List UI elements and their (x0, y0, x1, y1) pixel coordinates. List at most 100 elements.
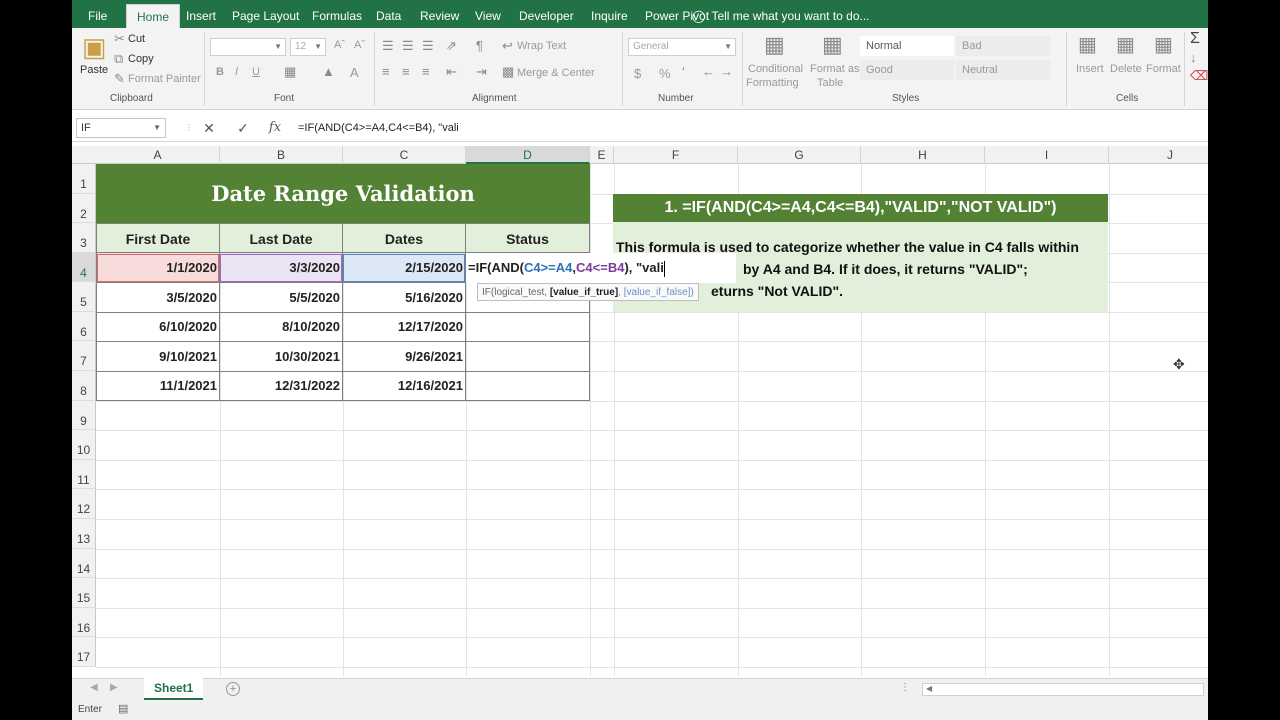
paste-button[interactable]: Paste (80, 64, 108, 76)
row-header-3[interactable]: 3 (72, 223, 96, 253)
insert-cells-button[interactable]: Insert (1076, 63, 1104, 75)
row-header-5[interactable]: 5 (72, 282, 96, 312)
cell-d6[interactable] (465, 312, 590, 343)
format-as-table-icon[interactable]: ▦ (822, 32, 843, 58)
autosum-icon[interactable]: Σ (1190, 30, 1200, 48)
number-format-dropdown[interactable]: General ▼ (628, 38, 736, 56)
enter-button[interactable]: ✓ (232, 118, 254, 138)
cell-b5[interactable]: 5/5/2020 (219, 282, 343, 313)
header-first-date[interactable]: First Date (96, 223, 220, 253)
format-as-table-label-2[interactable]: Table (817, 77, 843, 89)
delete-cells-button[interactable]: Delete (1110, 63, 1142, 75)
cell-b7[interactable]: 10/30/2021 (219, 341, 343, 372)
column-header-d[interactable]: D (466, 146, 590, 164)
font-name-dropdown[interactable]: ▼ (210, 38, 286, 56)
row-header-17[interactable]: 17 (72, 637, 96, 667)
orientation-icon[interactable]: ⇗ (446, 38, 457, 54)
decrease-decimal-icon[interactable]: → (720, 64, 733, 79)
formula-input[interactable]: =IF(AND(C4>=A4,C4<=B4), "vali (298, 118, 1198, 138)
sheet-tab-sheet1[interactable]: Sheet1 (144, 678, 204, 700)
increase-indent-icon[interactable]: ⇥ (476, 64, 487, 80)
tab-page-layout[interactable]: Page Layout (232, 0, 299, 28)
tab-file[interactable]: File (88, 0, 107, 28)
cell-d7[interactable] (465, 341, 590, 372)
clear-icon[interactable]: ⌫ (1190, 68, 1208, 84)
decrease-indent-icon[interactable]: ⇤ (446, 64, 457, 80)
row-header-4[interactable]: 4 (72, 252, 96, 283)
column-header-h[interactable]: H (861, 146, 985, 164)
tell-me-search[interactable]: ◯ Tell me what you want to do... (692, 0, 870, 28)
cell-d8[interactable] (465, 371, 590, 402)
cell-c5[interactable]: 5/16/2020 (342, 282, 466, 313)
add-sheet-icon[interactable]: + (226, 682, 240, 696)
format-painter-button[interactable]: Format Painter (128, 73, 201, 85)
editing-cell-d4[interactable]: =IF(AND(C4>=A4,C4<=B4), "vali (466, 253, 736, 283)
column-header-e[interactable]: E (590, 146, 614, 164)
underline-button[interactable]: U (252, 66, 260, 78)
row-header-8[interactable]: 8 (72, 371, 96, 401)
shrink-font-icon[interactable]: Aˇ (354, 39, 365, 51)
insert-cells-icon[interactable]: ▦ (1078, 32, 1097, 57)
cut-icon[interactable]: ✂ (114, 31, 125, 47)
cell-a6[interactable]: 6/10/2020 (96, 312, 220, 343)
row-header-16[interactable]: 16 (72, 607, 96, 638)
column-header-b[interactable]: B (220, 146, 343, 164)
bold-button[interactable]: B (216, 66, 224, 78)
tab-view[interactable]: View (475, 0, 501, 28)
cell-a8[interactable]: 11/1/2021 (96, 371, 220, 402)
format-cells-button[interactable]: Format (1146, 63, 1181, 75)
italic-button[interactable]: I (235, 66, 238, 78)
cell-c4[interactable]: 2/15/2020 (342, 253, 466, 283)
align-left-icon[interactable]: ≡ (382, 64, 390, 79)
increase-decimal-icon[interactable]: ← (702, 64, 715, 79)
percent-button[interactable]: % (659, 66, 671, 81)
format-cells-icon[interactable]: ▦ (1154, 32, 1173, 57)
grow-font-icon[interactable]: Aˆ (334, 39, 345, 51)
column-header-i[interactable]: I (985, 146, 1109, 164)
column-header-c[interactable]: C (343, 146, 466, 164)
conditional-formatting-label-1[interactable]: Conditional (748, 63, 803, 75)
column-header-g[interactable]: G (738, 146, 861, 164)
cell-b8[interactable]: 12/31/2022 (219, 371, 343, 402)
cell-c7[interactable]: 9/26/2021 (342, 341, 466, 372)
row-header-2[interactable]: 2 (72, 193, 96, 223)
merge-center-button[interactable]: Merge & Center (517, 67, 595, 79)
tab-inquire[interactable]: Inquire (591, 0, 628, 28)
copy-icon[interactable]: ⧉ (114, 51, 123, 67)
style-good[interactable]: Good (860, 60, 954, 80)
row-header-6[interactable]: 6 (72, 311, 96, 342)
cell-c6[interactable]: 12/17/2020 (342, 312, 466, 343)
tab-formulas[interactable]: Formulas (312, 0, 362, 28)
header-dates[interactable]: Dates (342, 223, 466, 253)
comma-style-icon[interactable]: ‘ (682, 64, 685, 79)
cut-button[interactable]: Cut (128, 33, 145, 45)
note-header[interactable]: 1. =IF(AND(C4>=A4,C4<=B4),"VALID","NOT V… (613, 194, 1108, 222)
wrap-text-icon[interactable]: ↩ (502, 38, 513, 54)
tab-insert[interactable]: Insert (186, 0, 216, 28)
align-bottom-icon[interactable]: ☰ (422, 38, 434, 54)
column-header-j[interactable]: J (1109, 146, 1208, 164)
tab-developer[interactable]: Developer (519, 0, 574, 28)
copy-button[interactable]: Copy (128, 53, 154, 65)
cell-a4[interactable]: 1/1/2020 (96, 253, 220, 283)
scroll-left-icon[interactable]: ◀ (926, 684, 932, 693)
font-size-dropdown[interactable]: 12 ▼ (290, 38, 326, 56)
fill-icon[interactable]: ↓ (1190, 50, 1197, 65)
row-header-14[interactable]: 14 (72, 548, 96, 579)
name-box[interactable]: IF ▼ (76, 118, 166, 138)
tab-scroll-grip-icon[interactable]: ⋮ (900, 682, 910, 693)
insert-function-button[interactable]: fx (264, 118, 286, 138)
cell-a5[interactable]: 3/5/2020 (96, 282, 220, 313)
align-top-icon[interactable]: ☰ (382, 38, 394, 54)
column-header-f[interactable]: F (614, 146, 738, 164)
cell-c8[interactable]: 12/16/2021 (342, 371, 466, 402)
prev-sheet-icon[interactable]: ◀ (90, 682, 98, 693)
align-middle-icon[interactable]: ☰ (402, 38, 414, 54)
row-header-13[interactable]: 13 (72, 519, 96, 549)
paste-icon[interactable]: ▣ (82, 32, 107, 63)
tab-review[interactable]: Review (420, 0, 459, 28)
font-color-icon[interactable]: A (350, 65, 359, 80)
row-header-15[interactable]: 15 (72, 578, 96, 608)
horizontal-scrollbar[interactable]: ◀ (922, 683, 1204, 696)
row-header-11[interactable]: 11 (72, 459, 96, 490)
